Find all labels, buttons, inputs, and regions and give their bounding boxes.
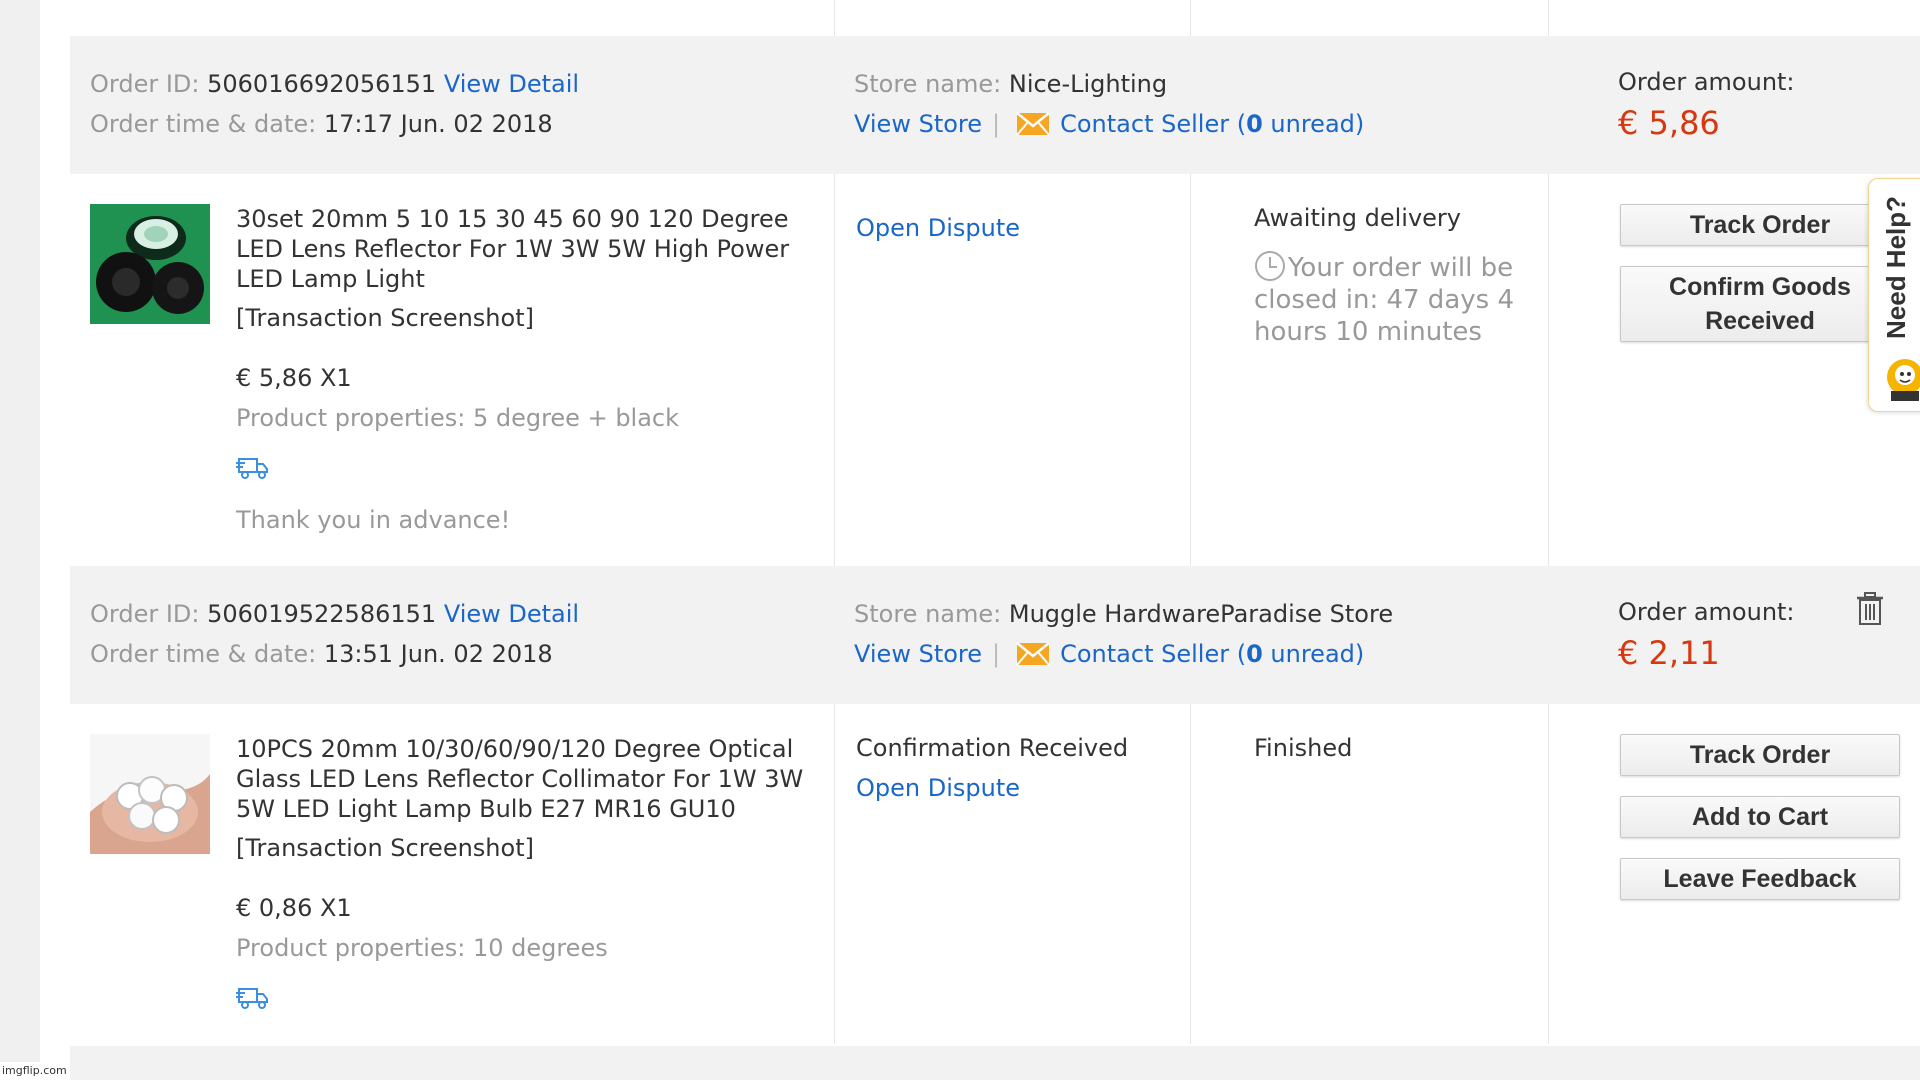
order-id-label: Order ID: — [90, 600, 200, 628]
envelope-icon — [1016, 642, 1050, 666]
confirm-button-line: Confirm Goods — [1669, 273, 1851, 301]
trash-icon[interactable] — [1856, 592, 1884, 626]
need-help-label: Need Help? — [1881, 195, 1911, 339]
order-time-value: 13:51 Jun. 02 2018 — [323, 640, 553, 668]
order-header: Order ID: 506019522586151 View Detail Or… — [70, 566, 1920, 704]
order-status: Finished — [1254, 734, 1353, 762]
view-detail-link[interactable]: View Detail — [444, 70, 579, 98]
contact-seller-link[interactable]: Contact Seller (0 unread) — [1060, 110, 1364, 138]
product-price-qty: € 5,86 X1 — [236, 364, 352, 392]
order-body: 30set 20mm 5 10 15 30 45 60 90 120 Degre… — [70, 174, 1920, 566]
store-links: View Store | Contact Seller (0 unread) — [854, 640, 1364, 668]
link-separator: | — [992, 110, 1001, 138]
column-divider — [1190, 704, 1191, 1044]
store-name-label: Store name: — [854, 70, 1002, 98]
column-divider — [834, 0, 835, 36]
confirm-button-line: Received — [1705, 307, 1815, 335]
link-separator: | — [992, 640, 1001, 668]
contact-seller-prefix: Contact Seller ( — [1060, 640, 1247, 668]
transaction-screenshot-link[interactable]: [Transaction Screenshot] — [236, 304, 534, 332]
order-time: Order time & date: 13:51 Jun. 02 2018 — [90, 640, 553, 668]
order-time: Order time & date: 17:17 Jun. 02 2018 — [90, 110, 553, 138]
product-properties: Product properties: 5 degree + black — [236, 404, 680, 432]
store-name: Store name: Muggle HardwareParadise Stor… — [854, 600, 1393, 628]
watermark: imgflip.com — [0, 1062, 67, 1080]
order-status: Awaiting delivery — [1254, 204, 1461, 232]
order-id: Order ID: 506016692056151 View Detail — [90, 70, 579, 98]
open-dispute-link[interactable]: Open Dispute — [856, 214, 1020, 242]
view-detail-link[interactable]: View Detail — [444, 600, 579, 628]
contact-seller-prefix: Contact Seller ( — [1060, 110, 1247, 138]
order-time-value: 17:17 Jun. 02 2018 — [323, 110, 553, 138]
unread-count: 0 — [1246, 110, 1263, 138]
order-id: Order ID: 506019522586151 View Detail — [90, 600, 579, 628]
contact-seller-suffix: unread) — [1262, 640, 1365, 668]
assistant-mascot-icon — [1883, 355, 1920, 401]
order-id-value: 506016692056151 — [207, 70, 437, 98]
column-divider — [1548, 704, 1549, 1044]
order-id-label: Order ID: — [90, 70, 200, 98]
truck-icon[interactable] — [236, 984, 270, 1010]
previous-order-fragment — [70, 0, 1920, 36]
store-name-value: Nice-Lighting — [1008, 70, 1168, 98]
order-list-page: Order ID: 506016692056151 View Detail Or… — [40, 0, 1920, 1080]
order-amount-label: Order amount: — [1618, 68, 1795, 96]
column-divider — [1548, 174, 1549, 566]
contact-seller-suffix: unread) — [1262, 110, 1365, 138]
track-order-button[interactable]: Track Order — [1620, 204, 1900, 246]
product-title-link[interactable]: 30set 20mm 5 10 15 30 45 60 90 120 Degre… — [236, 204, 836, 294]
store-links: View Store | Contact Seller (0 unread) — [854, 110, 1364, 138]
product-image[interactable] — [90, 734, 210, 854]
order-body: 10PCS 20mm 10/30/60/90/120 Degree Optica… — [70, 704, 1920, 1044]
order-countdown: Your order will be closed in: 47 days 4 … — [1254, 250, 1584, 348]
need-help-label-wrap: Need Help? — [1877, 193, 1917, 343]
column-divider — [1190, 0, 1191, 36]
leave-feedback-button[interactable]: Leave Feedback — [1620, 858, 1900, 900]
view-store-link[interactable]: View Store — [854, 110, 982, 138]
column-divider — [1548, 0, 1549, 36]
add-to-cart-button[interactable]: Add to Cart — [1620, 796, 1900, 838]
order-amount-value: € 5,86 — [1618, 104, 1720, 142]
unread-count: 0 — [1246, 640, 1263, 668]
product-price-qty: € 0,86 X1 — [236, 894, 352, 922]
product-properties: Product properties: 10 degrees — [236, 934, 608, 962]
open-dispute-link[interactable]: Open Dispute — [856, 774, 1020, 802]
confirmation-status: Confirmation Received — [856, 734, 1129, 762]
order-amount-label: Order amount: — [1618, 598, 1795, 626]
order-header: Order ID: 506016692056151 View Detail Or… — [70, 36, 1920, 174]
order-time-label: Order time & date: — [90, 640, 317, 668]
product-title-link[interactable]: 10PCS 20mm 10/30/60/90/120 Degree Optica… — [236, 734, 836, 824]
store-name-value: Muggle HardwareParadise Store — [1008, 600, 1394, 628]
clock-icon — [1254, 250, 1286, 282]
envelope-icon — [1016, 112, 1050, 136]
contact-seller-link[interactable]: Contact Seller (0 unread) — [1060, 640, 1364, 668]
track-order-button[interactable]: Track Order — [1620, 734, 1900, 776]
product-image[interactable] — [90, 204, 210, 324]
order-time-label: Order time & date: — [90, 110, 317, 138]
order-id-value: 506019522586151 — [207, 600, 437, 628]
store-name-label: Store name: — [854, 600, 1002, 628]
transaction-screenshot-link[interactable]: [Transaction Screenshot] — [236, 834, 534, 862]
buyer-note: Thank you in advance! — [236, 506, 511, 534]
confirm-goods-received-button[interactable]: Confirm Goods Received — [1620, 266, 1900, 342]
column-divider — [1190, 174, 1191, 566]
truck-icon[interactable] — [236, 454, 270, 480]
need-help-tab[interactable]: Need Help? — [1868, 178, 1920, 412]
view-store-link[interactable]: View Store — [854, 640, 982, 668]
store-name: Store name: Nice-Lighting — [854, 70, 1167, 98]
order-amount-value: € 2,11 — [1618, 634, 1720, 672]
next-order-header-fragment — [70, 1046, 1920, 1080]
countdown-text: Your order will be closed in: 47 days 4 … — [1254, 253, 1514, 347]
